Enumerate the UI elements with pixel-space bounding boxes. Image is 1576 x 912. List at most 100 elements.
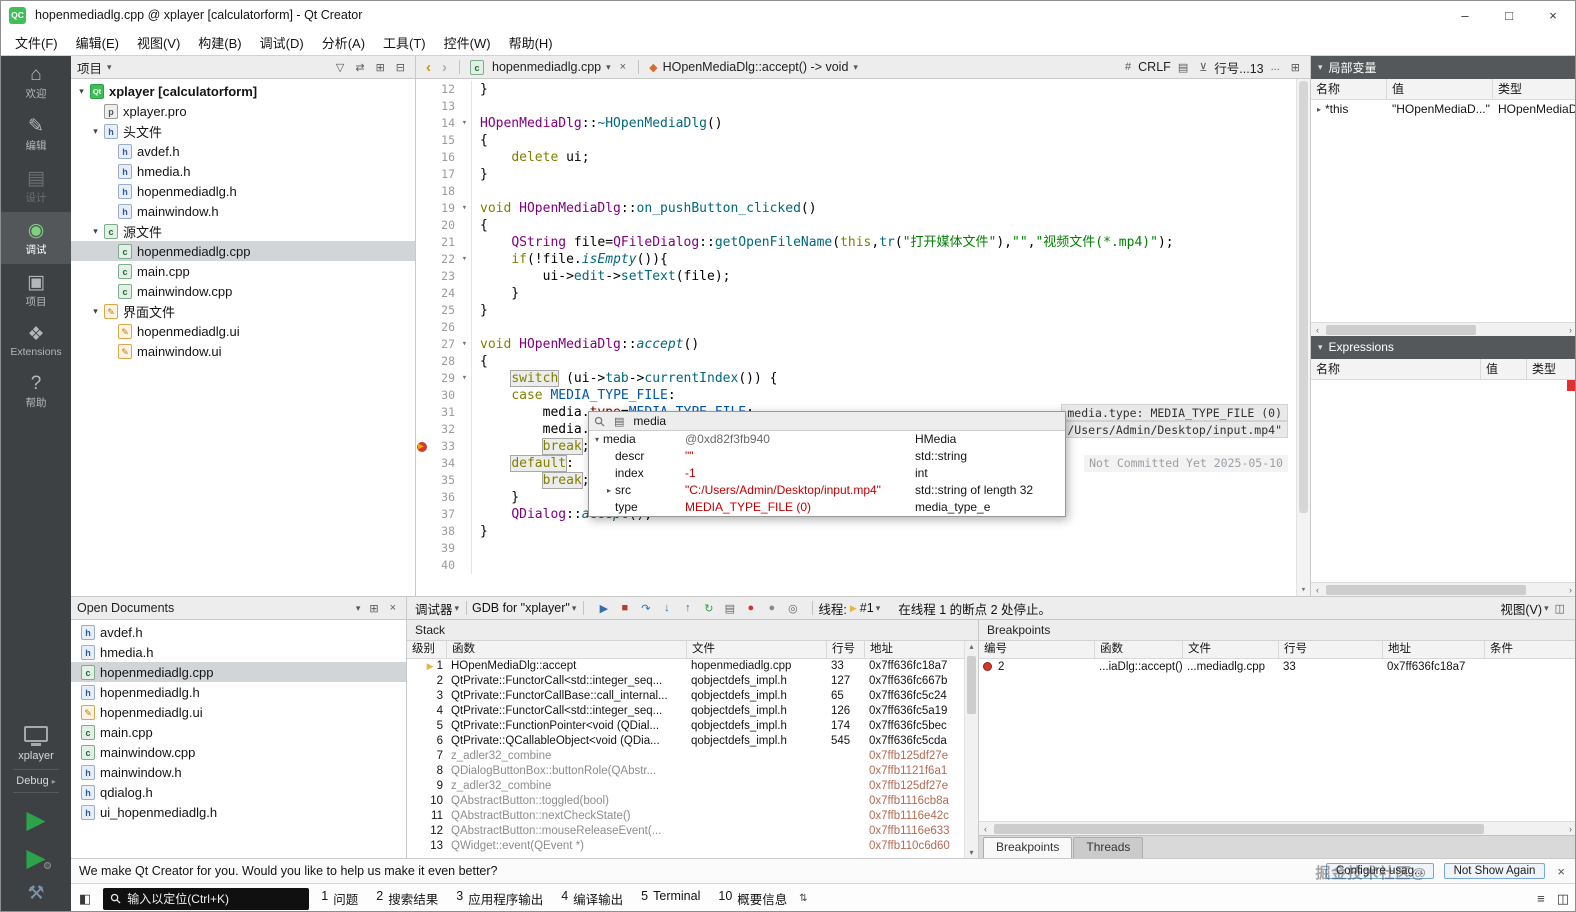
tree-item[interactable]: chopenmediadlg.cpp <box>71 241 415 261</box>
pin-icon[interactable]: ▤ <box>610 415 628 428</box>
scrollbar-thumb[interactable] <box>994 824 1484 834</box>
reverse-icon[interactable]: ● <box>761 602 782 614</box>
editor-vscrollbar[interactable]: ▾ <box>1296 79 1310 596</box>
scrollbar-thumb[interactable] <box>1326 585 1526 595</box>
open-document-item[interactable]: hqdialog.h <box>71 782 406 802</box>
open-document-item[interactable]: cmainwindow.cpp <box>71 742 406 762</box>
build-button[interactable]: ⚒ <box>27 882 44 905</box>
open-document-item[interactable]: hmainwindow.h <box>71 762 406 782</box>
collapse-all-icon[interactable]: ⊟ <box>392 61 409 74</box>
code-editor[interactable]: 12}1314▾HOpenMediaDlg::~HOpenMediaDlg()1… <box>416 79 1310 596</box>
stack-frame-row[interactable]: 6QtPrivate::QCallableObject<void (QDia..… <box>407 734 964 749</box>
debugger-label[interactable]: 调试器 <box>415 599 453 618</box>
chevron-down-icon[interactable]: ▾ <box>455 603 460 614</box>
code-line[interactable]: 13 <box>416 98 1310 115</box>
mode-projects[interactable]: ▣项目 <box>1 264 71 316</box>
output-pane-toggle[interactable]: 1问题 <box>321 889 358 908</box>
column-header[interactable]: 类型 <box>1493 79 1576 99</box>
code-line[interactable]: 16 delete ui; <box>416 149 1310 166</box>
code-line[interactable]: 28{ <box>416 353 1310 370</box>
column-header[interactable]: 文件 <box>1183 641 1279 658</box>
chevron-down-icon[interactable]: ▾ <box>572 603 577 614</box>
watch-row[interactable]: typeMEDIA_TYPE_FILE (0)media_type_e <box>589 499 1065 516</box>
debugger-engine-dropdown[interactable]: GDB for "xplayer" <box>472 601 570 615</box>
notification-button[interactable]: Configure usag... <box>1326 863 1434 879</box>
forward-icon[interactable]: › <box>438 59 451 76</box>
project-panel-title[interactable]: 项目 <box>77 58 102 77</box>
mode-design[interactable]: ▤设计 <box>1 160 71 212</box>
stack-frame-row[interactable]: 12QAbstractButton::mouseReleaseEvent(...… <box>407 824 964 839</box>
close-document-icon[interactable]: × <box>616 61 630 73</box>
continue-icon[interactable]: ▶ <box>593 602 614 615</box>
menu-item[interactable]: 控件(W) <box>435 29 500 56</box>
column-header[interactable]: 值 <box>1387 79 1493 99</box>
fold-marker-icon[interactable]: ▾ <box>458 115 472 132</box>
scroll-left-icon[interactable]: ‹ <box>1311 323 1324 337</box>
mode-welcome[interactable]: ⌂欢迎 <box>1 56 71 108</box>
minimize-icon[interactable]: – <box>1443 1 1487 29</box>
output-pane-toggle[interactable]: 3应用程序输出 <box>456 889 543 908</box>
pane-updown-icon[interactable]: ⇅ <box>799 893 807 904</box>
output-pane-toggle[interactable]: 5Terminal <box>641 889 700 908</box>
tooltip-header[interactable]: ▤ media <box>589 412 1065 431</box>
stack-frame-row[interactable]: 9z_adler32_combine0x7ffb125df27e <box>407 779 964 794</box>
locals-view-header[interactable]: ▾ 局部变量 <box>1311 56 1576 79</box>
snapshot-icon[interactable]: ◎ <box>782 602 803 615</box>
open-document-item[interactable]: hui_hopenmediadlg.h <box>71 802 406 822</box>
watch-row[interactable]: descr""std::string <box>589 448 1065 465</box>
filter-icon[interactable]: ▽ <box>332 61 348 74</box>
run-button[interactable]: ▶ <box>26 804 45 836</box>
scroll-right-icon[interactable]: › <box>1564 822 1576 836</box>
column-header[interactable]: 类型 <box>1527 359 1576 379</box>
tree-item[interactable]: cmainwindow.cpp <box>71 281 415 301</box>
expander-icon[interactable]: ▾ <box>591 431 603 448</box>
tree-item[interactable]: ▾c源文件 <box>71 221 415 241</box>
fold-marker-icon[interactable]: ▾ <box>458 370 472 387</box>
mode-extensions[interactable]: ❖Extensions <box>1 316 71 365</box>
symbol-dropdown[interactable]: HOpenMediaDlg::accept() -> void <box>663 60 849 74</box>
expressions-hscrollbar[interactable]: ‹ › <box>1311 582 1576 596</box>
code-line[interactable]: 40 <box>416 557 1310 574</box>
menu-item[interactable]: 编辑(E) <box>67 29 128 56</box>
watch-row[interactable]: index-1int <box>589 465 1065 482</box>
notification-close-icon[interactable]: × <box>1557 864 1565 879</box>
breakpoint-row[interactable]: 2...iaDlg::accept()...mediadlg.cpp330x7f… <box>979 659 1576 675</box>
chevron-down-icon[interactable]: ▾ <box>853 62 858 73</box>
open-documents-title[interactable]: Open Documents <box>77 601 174 615</box>
thread-dropdown[interactable]: #1 <box>860 601 874 615</box>
menu-item[interactable]: 构建(B) <box>189 29 250 56</box>
column-header[interactable]: 地址 <box>1383 641 1485 658</box>
menu-item[interactable]: 帮助(H) <box>500 29 562 56</box>
document-dropdown[interactable]: hopenmediadlg.cpp <box>492 60 601 74</box>
open-document-item[interactable]: chopenmediadlg.cpp <box>71 662 406 682</box>
column-header[interactable]: 条件 <box>1485 641 1576 658</box>
sync-with-editor-icon[interactable]: ⇄ <box>351 61 368 74</box>
stack-frame-row[interactable]: 10QAbstractButton::toggled(bool)0x7ffb11… <box>407 794 964 809</box>
column-header[interactable]: 值 <box>1481 359 1527 379</box>
breakpoints-hscrollbar[interactable]: ‹ › <box>979 821 1576 835</box>
chevron-down-icon[interactable]: ▾ <box>1544 603 1549 614</box>
output-pane-toggle[interactable]: 10概要信息 <box>718 889 787 908</box>
stack-frame-row[interactable]: 2QtPrivate::FunctorCall<std::integer_seq… <box>407 674 964 689</box>
menu-item[interactable]: 分析(A) <box>313 29 374 56</box>
document-icon[interactable]: ▤ <box>1174 61 1192 74</box>
build-config-selector[interactable]: Debug ▸ <box>16 775 55 787</box>
close-panel-icon[interactable]: × <box>386 602 400 614</box>
tree-item[interactable]: hhmedia.h <box>71 161 415 181</box>
vcs-branch-icon[interactable]: ⊻ <box>1195 61 1211 74</box>
code-line[interactable]: 38} <box>416 523 1310 540</box>
expander-icon[interactable]: ▸ <box>1313 100 1325 119</box>
maximize-icon[interactable]: □ <box>1487 1 1531 29</box>
code-line[interactable]: 26 <box>416 319 1310 336</box>
split-icon[interactable]: ⊞ <box>365 602 382 615</box>
open-document-item[interactable]: hhmedia.h <box>71 642 406 662</box>
restart-icon[interactable]: ↻ <box>698 602 719 615</box>
stack-frame-row[interactable]: ▶1HOpenMediaDlg::accepthopenmediadlg.cpp… <box>407 659 964 674</box>
expander-icon[interactable]: ▸ <box>603 482 615 499</box>
column-header[interactable]: 函数 <box>1095 641 1183 658</box>
code-line[interactable]: 25} <box>416 302 1310 319</box>
column-header[interactable]: 地址 <box>865 641 978 658</box>
watch-row[interactable]: ▾media@0xd82f3fb940HMedia <box>589 431 1065 448</box>
mode-debug[interactable]: ◉调试 <box>1 212 71 264</box>
code-line[interactable]: 12} <box>416 81 1310 98</box>
